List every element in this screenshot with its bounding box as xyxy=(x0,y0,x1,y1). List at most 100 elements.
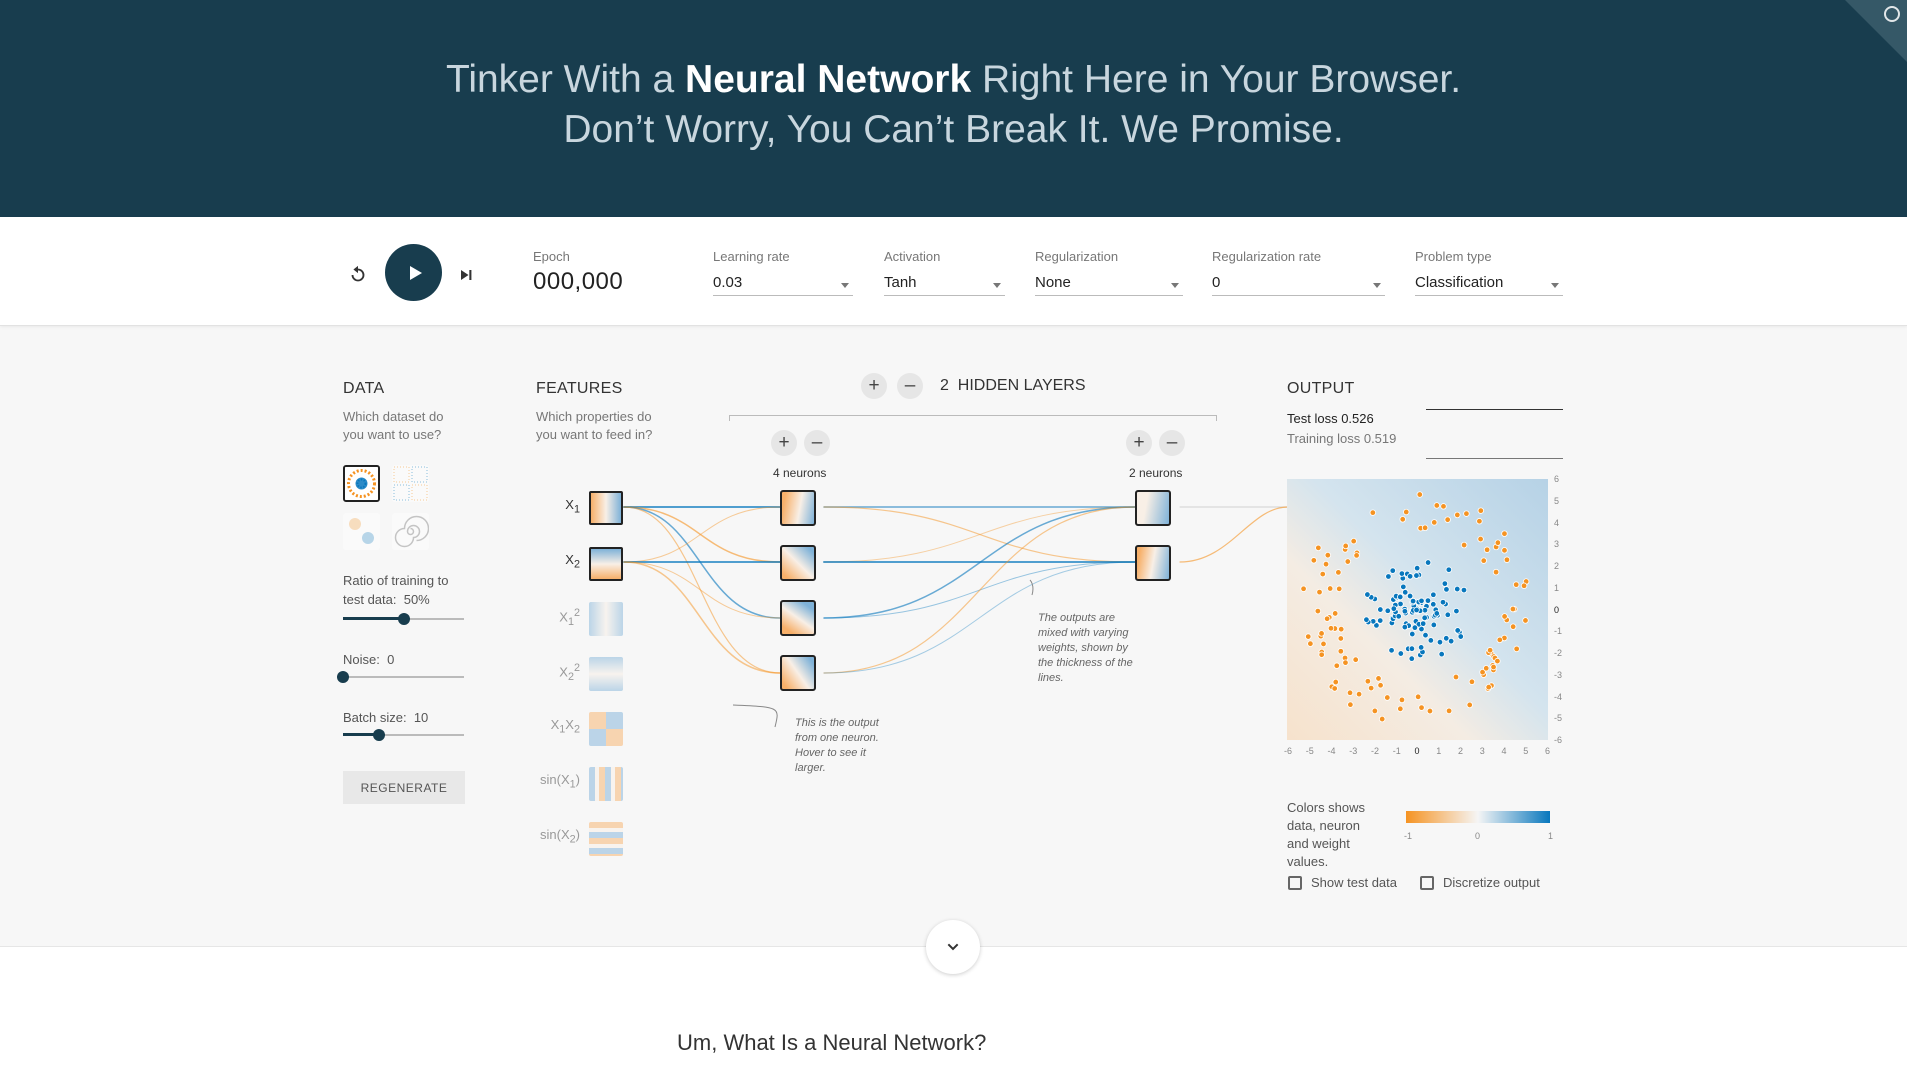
color-legend-bar xyxy=(1406,811,1550,823)
data-point xyxy=(1438,650,1445,658)
article-heading: Um, What Is a Neural Network? xyxy=(677,1030,987,1055)
x-tick-label: 3 xyxy=(1479,746,1485,756)
add-layer-button[interactable]: + xyxy=(861,373,887,399)
problem-type-select[interactable]: Classification xyxy=(1415,272,1563,296)
data-point xyxy=(1314,607,1322,615)
y-tick-label: 1 xyxy=(1554,582,1560,593)
data-point xyxy=(1413,606,1420,614)
feature-x1x2[interactable] xyxy=(589,712,623,746)
minus-icon: – xyxy=(811,432,823,453)
step-button[interactable] xyxy=(452,260,480,290)
regularization-rate-select[interactable]: 0 xyxy=(1212,272,1385,296)
add-neuron-layer2-button[interactable]: + xyxy=(1126,430,1152,456)
header-headline: Tinker With a Neural Network Right Here … xyxy=(445,58,1462,101)
data-point xyxy=(1513,581,1520,588)
data-point xyxy=(1413,564,1421,572)
y-tick-label: -5 xyxy=(1554,713,1563,724)
show-test-data-checkbox[interactable] xyxy=(1288,876,1302,890)
chevron-down-icon xyxy=(947,943,959,951)
feature-x1[interactable] xyxy=(589,491,623,525)
neuron-2-1[interactable] xyxy=(1135,490,1171,526)
data-point xyxy=(1369,509,1377,516)
data-point xyxy=(1409,597,1417,605)
neuron-1-2[interactable] xyxy=(780,545,816,581)
control-bar: Epoch 000,000 Learning rate 0.03 Activat… xyxy=(0,217,1907,326)
x-tick-label: 5 xyxy=(1523,746,1529,756)
data-point xyxy=(1347,701,1354,708)
feature-label-x2-squared: X22 xyxy=(559,662,580,683)
reset-button[interactable] xyxy=(343,260,373,290)
neuron-1-4[interactable] xyxy=(780,655,816,691)
remove-layer-button[interactable]: – xyxy=(897,373,923,399)
data-point xyxy=(1453,607,1460,615)
data-point xyxy=(1327,625,1335,632)
add-neuron-layer1-button[interactable]: + xyxy=(771,430,797,456)
feature-sin-x2[interactable] xyxy=(589,822,623,856)
data-point xyxy=(1397,705,1404,713)
output-heatmap xyxy=(1287,479,1548,740)
discretize-output-checkbox[interactable] xyxy=(1420,876,1434,890)
feature-sin-x1[interactable] xyxy=(589,767,623,801)
data-point xyxy=(1388,647,1395,654)
data-point xyxy=(1430,621,1438,629)
neuron-1-3[interactable] xyxy=(780,600,816,636)
data-point xyxy=(1378,715,1386,723)
x-tick-label: -4 xyxy=(1327,746,1336,756)
feature-label-x2: X2 xyxy=(565,552,580,571)
hidden-layers-count: 2 xyxy=(940,377,949,394)
learning-rate-select[interactable]: 0.03 xyxy=(713,272,853,296)
x-tick-label: 2 xyxy=(1458,746,1464,756)
y-tick-label: -1 xyxy=(1554,626,1563,637)
epoch-label: Epoch xyxy=(533,249,570,264)
data-point xyxy=(1318,651,1325,658)
epoch-display: Epoch 000,000 xyxy=(533,249,623,296)
data-point xyxy=(1457,633,1464,640)
activation-control: Activation Tanh xyxy=(884,249,1005,296)
data-point xyxy=(1513,645,1520,653)
data-point xyxy=(1375,675,1382,682)
data-point xyxy=(1364,678,1372,685)
data-point xyxy=(1377,617,1384,624)
learning-rate-control: Learning rate 0.03 xyxy=(713,249,853,296)
data-point xyxy=(1320,640,1327,648)
weights-note: The outputs are mixed with varying weigh… xyxy=(1038,612,1133,684)
data-point xyxy=(1401,608,1409,615)
data-point xyxy=(1353,552,1360,559)
minus-icon: – xyxy=(1166,432,1178,453)
legend-tick-max: 1 xyxy=(1548,831,1554,841)
y-tick-label: 2 xyxy=(1554,561,1560,571)
feature-x2[interactable] xyxy=(589,547,623,581)
neuron-2-2[interactable] xyxy=(1135,545,1171,581)
data-point xyxy=(1486,647,1494,654)
data-point xyxy=(1346,689,1354,696)
data-point xyxy=(1496,636,1503,644)
data-point xyxy=(1430,591,1437,598)
neuron-1-1[interactable] xyxy=(780,490,816,526)
data-point xyxy=(1414,693,1422,701)
y-tick-label: 4 xyxy=(1554,517,1560,528)
data-point xyxy=(1322,560,1330,568)
data-point xyxy=(1441,580,1449,587)
feature-x1-squared[interactable] xyxy=(589,602,623,636)
data-point xyxy=(1431,519,1438,526)
legend-tick-zero: 0 xyxy=(1475,831,1481,841)
remove-neuron-layer2-button[interactable]: – xyxy=(1159,430,1185,456)
data-point xyxy=(1522,617,1529,624)
scroll-down-button[interactable] xyxy=(926,920,980,974)
remove-neuron-layer1-button[interactable]: – xyxy=(804,430,830,456)
regularization-select[interactable]: None xyxy=(1035,272,1183,296)
data-point xyxy=(1460,586,1468,594)
data-point xyxy=(1408,655,1415,662)
data-point xyxy=(1395,613,1402,620)
data-point xyxy=(1463,510,1470,517)
chevron-down-icon xyxy=(1373,283,1381,288)
feature-x2-squared[interactable] xyxy=(589,657,623,691)
activation-select[interactable]: Tanh xyxy=(884,272,1005,296)
data-point xyxy=(1417,644,1425,651)
github-corner-icon[interactable] xyxy=(1845,0,1907,62)
y-tick-label: -3 xyxy=(1554,669,1563,680)
hidden-layers-title: 2 HIDDEN LAYERS xyxy=(940,377,1086,394)
data-point xyxy=(1336,585,1343,593)
data-point xyxy=(1385,573,1392,580)
play-button[interactable] xyxy=(385,244,442,301)
